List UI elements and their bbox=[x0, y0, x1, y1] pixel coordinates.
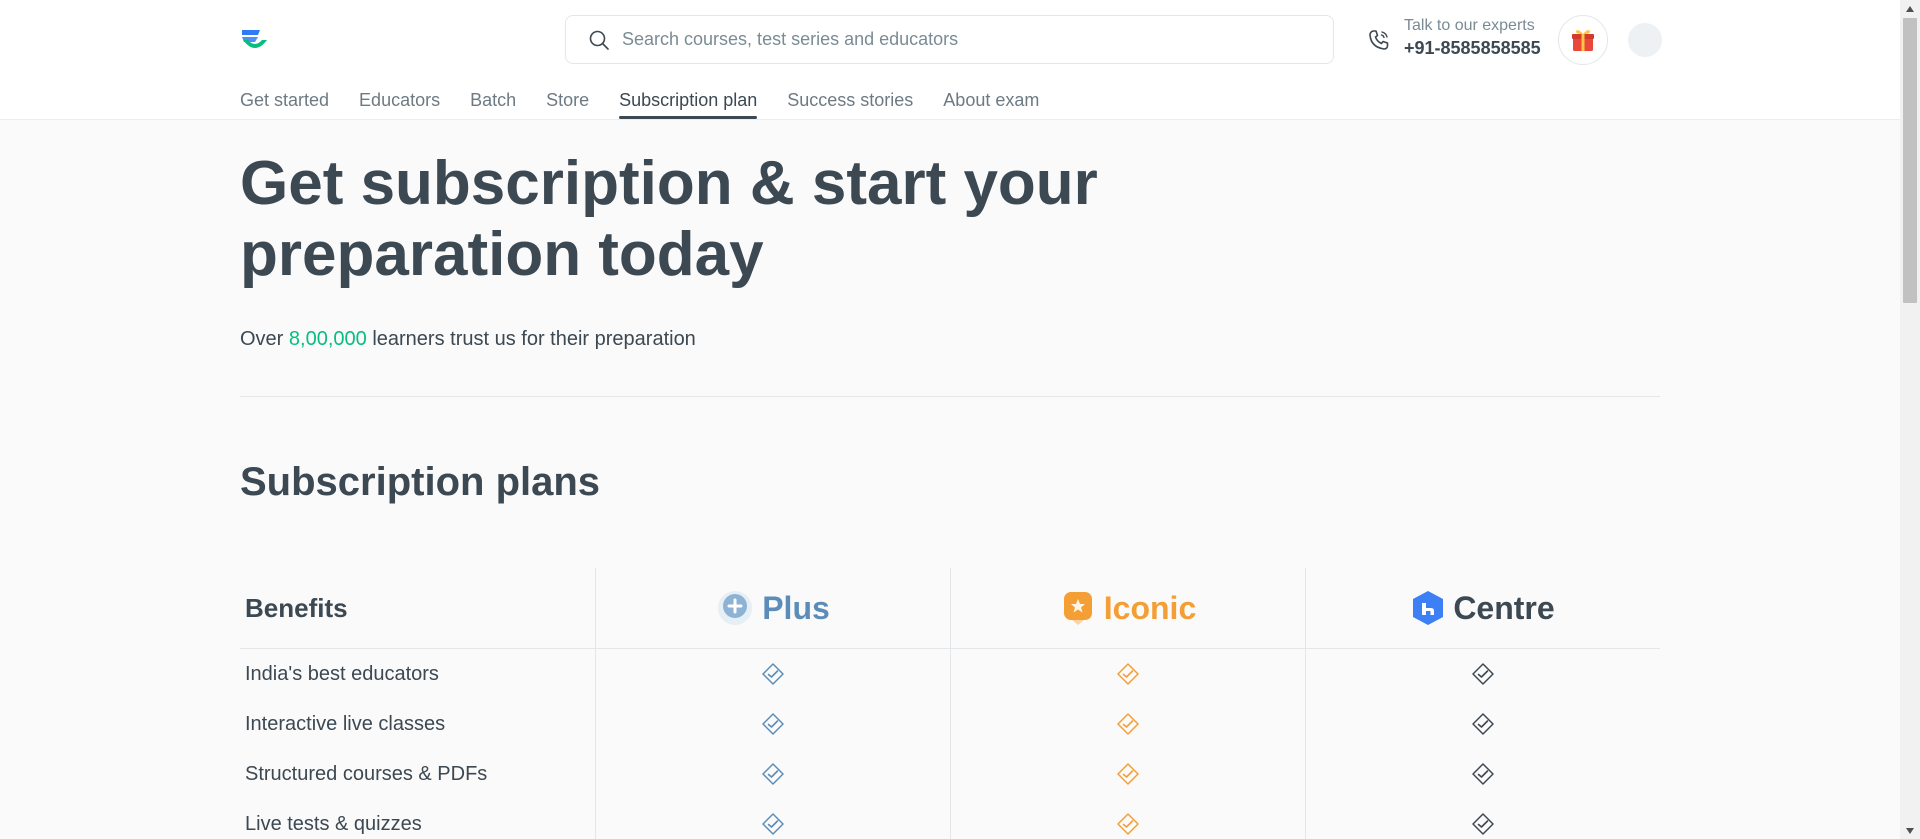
benefits-header: Benefits bbox=[245, 592, 348, 623]
plan-plus-name: Plus bbox=[762, 589, 830, 626]
plan-centre-header[interactable]: Centre bbox=[1305, 568, 1660, 648]
iconic-cell bbox=[950, 749, 1305, 799]
nav-batch[interactable]: Batch bbox=[470, 88, 516, 120]
check-badge-icon bbox=[1472, 663, 1494, 685]
nav-subscription-plan[interactable]: Subscription plan bbox=[619, 88, 758, 120]
check-badge-icon bbox=[1117, 663, 1139, 685]
phone-icon bbox=[1369, 30, 1389, 50]
plus-cell bbox=[595, 649, 950, 699]
gift-icon bbox=[1572, 30, 1594, 51]
search-input[interactable] bbox=[622, 29, 1302, 50]
iconic-cell bbox=[950, 799, 1305, 839]
check-badge-icon bbox=[1117, 813, 1139, 835]
learners-count-text: Over 8,00,000 learners trust us for thei… bbox=[240, 328, 696, 351]
avatar[interactable] bbox=[1628, 23, 1662, 57]
search-bar[interactable] bbox=[565, 15, 1334, 64]
benefit-label: Structured courses & PDFs bbox=[245, 762, 488, 785]
benefit-label: Interactive live classes bbox=[245, 712, 446, 735]
page-title: Get subscription & start your preparatio… bbox=[240, 149, 1098, 289]
centre-cell bbox=[1305, 649, 1660, 699]
centre-cell bbox=[1305, 699, 1660, 749]
benefit-row: Interactive live classes bbox=[240, 699, 1660, 749]
iconic-cell bbox=[950, 649, 1305, 699]
benefit-row: India's best educators bbox=[240, 649, 1660, 699]
scroll-thumb[interactable] bbox=[1903, 18, 1917, 303]
sub-suffix: learners trust us for their preparation bbox=[366, 328, 696, 350]
check-badge-icon bbox=[1117, 763, 1139, 785]
plan-iconic-header[interactable]: Iconic bbox=[950, 568, 1305, 648]
top-header: Talk to our experts +91-8585858585 Get s… bbox=[0, 0, 1900, 120]
check-badge-icon bbox=[762, 763, 784, 785]
nav-get-started[interactable]: Get started bbox=[240, 88, 329, 120]
plus-cell bbox=[595, 749, 950, 799]
arrow-up-icon bbox=[1906, 5, 1914, 12]
centre-cell bbox=[1305, 749, 1660, 799]
nav-educators[interactable]: Educators bbox=[359, 88, 440, 120]
plus-badge-icon bbox=[718, 591, 753, 625]
check-badge-icon bbox=[1472, 713, 1494, 735]
benefit-label: Live tests & quizzes bbox=[245, 812, 422, 835]
benefit-row: Live tests & quizzes bbox=[240, 799, 1660, 839]
nav-store[interactable]: Store bbox=[546, 88, 589, 120]
scroll-up-button[interactable] bbox=[1900, 0, 1920, 17]
nav-about-exam[interactable]: About exam bbox=[943, 88, 1039, 120]
logo-icon[interactable] bbox=[240, 28, 270, 54]
plan-iconic-name: Iconic bbox=[1103, 589, 1197, 626]
nav-success-stories[interactable]: Success stories bbox=[787, 88, 913, 120]
vertical-scrollbar[interactable] bbox=[1900, 0, 1920, 839]
plans-title: Subscription plans bbox=[240, 460, 601, 504]
divider bbox=[240, 396, 1660, 397]
plus-cell bbox=[595, 799, 950, 839]
sub-prefix: Over bbox=[240, 328, 289, 350]
learners-count: 8,00,000 bbox=[288, 328, 367, 350]
plan-plus-header[interactable]: Plus bbox=[595, 568, 950, 648]
iconic-cell bbox=[950, 699, 1305, 749]
search-icon bbox=[589, 30, 609, 50]
plans-table: Benefits Plus Iconic Centre India's best… bbox=[240, 568, 1660, 839]
table-header-row: Benefits Plus Iconic Centre bbox=[240, 568, 1660, 649]
expert-label: Talk to our experts bbox=[1404, 17, 1535, 34]
plus-cell bbox=[595, 699, 950, 749]
iconic-badge-icon bbox=[1063, 592, 1092, 625]
check-badge-icon bbox=[1472, 813, 1494, 835]
centre-cell bbox=[1305, 799, 1660, 839]
sub-navigation: Get started Educators Batch Store Subscr… bbox=[240, 88, 1069, 120]
arrow-down-icon bbox=[1906, 827, 1914, 834]
plan-centre-name: Centre bbox=[1453, 589, 1555, 626]
check-badge-icon bbox=[1117, 713, 1139, 735]
expert-phone[interactable]: +91-8585858585 bbox=[1404, 36, 1541, 60]
benefit-label: India's best educators bbox=[245, 662, 439, 685]
check-badge-icon bbox=[762, 813, 784, 835]
gift-button[interactable] bbox=[1558, 15, 1608, 65]
talk-to-experts[interactable]: Talk to our experts +91-8585858585 bbox=[1404, 16, 1541, 60]
centre-badge-icon bbox=[1413, 591, 1444, 625]
check-badge-icon bbox=[762, 663, 784, 685]
scroll-down-button[interactable] bbox=[1900, 822, 1920, 839]
check-badge-icon bbox=[1472, 763, 1494, 785]
benefit-row: Structured courses & PDFs bbox=[240, 749, 1660, 799]
check-badge-icon bbox=[762, 713, 784, 735]
